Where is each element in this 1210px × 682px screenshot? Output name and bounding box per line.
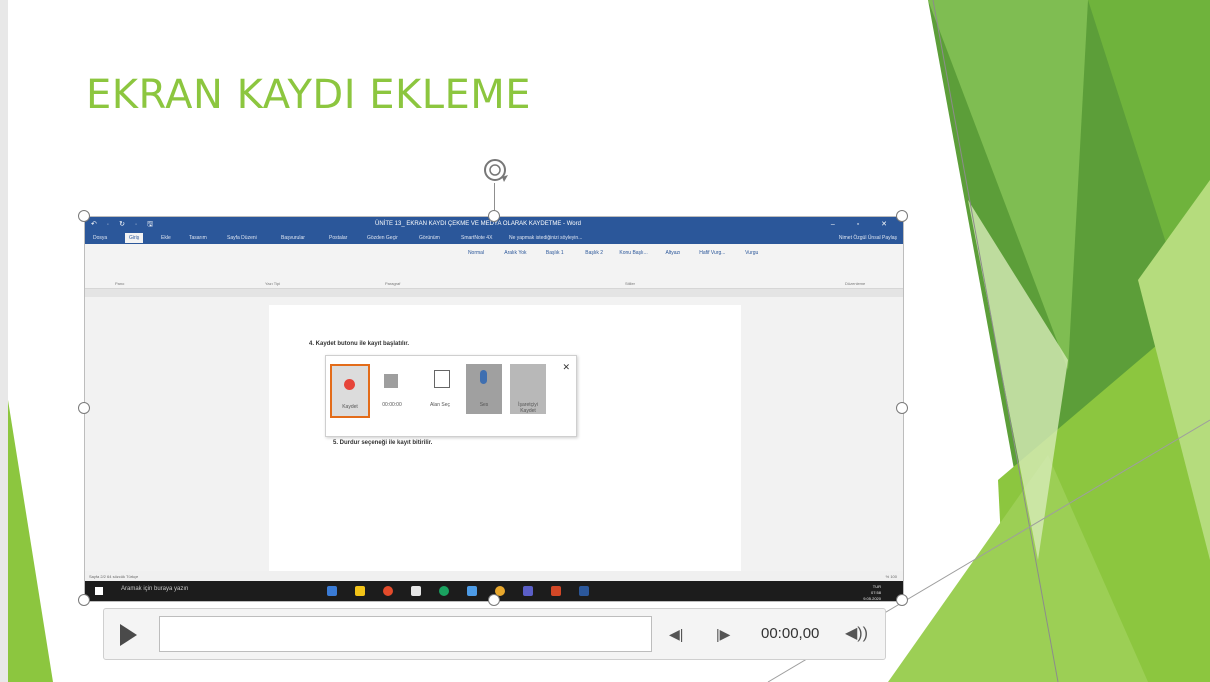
tab-gorunum: Görünüm (419, 235, 440, 241)
tell-me-box: Ne yapmak istediğinizi söyleyin... (509, 235, 583, 241)
play-icon[interactable] (120, 624, 137, 646)
word-document-page: 4. Kaydet butonu ile kayıt başlatılır. 5… (269, 305, 741, 587)
record-label: Kaydet (342, 404, 358, 410)
record-dot-icon (344, 379, 355, 390)
step-back-icon[interactable]: ◀| (669, 626, 683, 643)
window-controls: – ▫ ✕ (830, 221, 897, 228)
select-area-icon (434, 370, 450, 388)
record-pointer-label: İşaretçiyi Kaydet (518, 402, 538, 414)
resize-handle-top-right[interactable] (896, 210, 908, 222)
taskbar-clock: TUR 07:58 9.05.2020 (863, 584, 881, 601)
taskbar-search: Aramak için buraya yazın (121, 586, 189, 592)
doc-step-4: 4. Kaydet butonu ile kayıt başlatılır. (309, 341, 410, 347)
rotate-handle-icon[interactable] (480, 155, 510, 185)
quick-access-toolbar: ↶ · ↻ · 🖫 (91, 221, 158, 228)
record-pointer-button: İşaretçiyi Kaydet (510, 364, 546, 414)
app-icon-green (439, 586, 449, 596)
slide-title: EKRAN KAYDI EKLEME (86, 72, 532, 118)
chrome-icon (383, 586, 393, 596)
tab-tasarim: Tasarım (189, 235, 207, 241)
app-icon-purple (523, 586, 533, 596)
select-area-button: Alan Seç (422, 364, 458, 414)
word-ribbon: Normal Aralık Yok Başlık 1 Başlık 2 Konu… (85, 244, 903, 289)
clock-date: 9.05.2020 (863, 596, 881, 601)
media-controls: ◀| |▶ 00:00,00 ◀)) (103, 608, 886, 660)
group-duzenleme: Düzenleme (845, 281, 866, 286)
word-ribbon-tabs: Dosya Giriş Ekle Tasarım Sayfa Düzeni Ba… (85, 232, 903, 244)
record-button: Kaydet (330, 364, 370, 418)
powerpoint-icon (551, 586, 561, 596)
styles-gallery: Normal Aralık Yok Başlık 1 Başlık 2 Konu… (457, 250, 771, 256)
tab-dosya: Dosya (93, 235, 108, 241)
style-baslik-2: Başlık 2 (585, 250, 604, 256)
zoom-level: % 100 (885, 574, 897, 579)
tab-giris: Giriş (125, 233, 144, 243)
microphone-icon (480, 370, 487, 384)
group-paragraf: Paragraf (385, 281, 401, 286)
store-icon (411, 586, 421, 596)
group-pano: Pano (115, 281, 125, 286)
timer-label: 00:00:00 (382, 402, 402, 408)
group-stiller: Stiller (625, 281, 636, 286)
status-left: Sayfa 2/2 64 sözcük Türkçe (89, 574, 139, 579)
style-konu-basligi: Konu Başlı... (619, 250, 648, 256)
tab-postalar: Postalar (329, 235, 348, 241)
resize-handle-top[interactable] (488, 210, 500, 222)
style-altyazi: Altyazı (665, 250, 681, 256)
seek-bar[interactable] (159, 616, 652, 652)
doc-step-5: 5. Durdur seçeneği ile kayıt bitirilir. (333, 440, 433, 446)
playback-time: 00:00,00 (761, 625, 820, 642)
style-baslik-1: Başlık 1 (545, 250, 564, 256)
screen-recording-toolbar: Kaydet 00:00:00 Alan Seç Ses İşaretçiyi … (325, 355, 577, 437)
resize-handle-bottom-left[interactable] (78, 594, 90, 606)
word-document-title: ÜNİTE 13_ EKRAN KAYDI ÇEKME VE MEDYA OLA… (375, 221, 581, 227)
resize-handle-bottom-right[interactable] (896, 594, 908, 606)
account-name: Nimet Özgül Ünsal Paylaş (838, 235, 897, 241)
word-icon (579, 586, 589, 596)
close-icon: ✕ (562, 362, 570, 372)
style-aralik-yok: Aralık Yok (504, 250, 527, 256)
style-normal: Normal (467, 250, 485, 256)
resize-handle-left[interactable] (78, 402, 90, 414)
stop-square-icon (384, 374, 398, 388)
resize-handle-bottom[interactable] (488, 594, 500, 606)
audio-label: Ses (479, 402, 489, 408)
stop-button: 00:00:00 (374, 364, 410, 414)
resize-handle-top-left[interactable] (78, 210, 90, 222)
edge-icon (327, 586, 337, 596)
tab-gozden-gecir: Gözden Geçir (367, 235, 398, 241)
style-vurgu: Vurgu (745, 250, 759, 256)
screen-recording-video[interactable]: ↶ · ↻ · 🖫 ÜNİTE 13_ EKRAN KAYDI ÇEKME VE… (84, 216, 904, 602)
tab-basvurular: Başvurular (281, 235, 305, 241)
style-hafif-vurgu: Hafif Vurg... (699, 250, 726, 256)
file-explorer-icon (355, 586, 365, 596)
tab-smartnote: SmartNote 4X (461, 235, 493, 241)
resize-handle-right[interactable] (896, 402, 908, 414)
app-icon-blue (467, 586, 477, 596)
step-forward-icon[interactable]: |▶ (716, 626, 730, 643)
group-yazi-tipi: Yazı Tipi (265, 281, 281, 286)
ruler (85, 289, 903, 297)
slide: EKRAN KAYDI EKLEME ↶ · ↻ · 🖫 ÜNİTE 13_ E… (8, 0, 1210, 682)
tab-sayfa-duzeni: Sayfa Düzeni (227, 235, 257, 241)
tab-ekle: Ekle (161, 235, 171, 241)
audio-button: Ses (466, 364, 502, 414)
select-area-label: Alan Seç (429, 402, 450, 408)
windows-start-icon (95, 587, 103, 595)
word-status-bar: Sayfa 2/2 64 sözcük Türkçe % 100 (85, 571, 903, 581)
volume-icon[interactable]: ◀)) (845, 623, 868, 643)
